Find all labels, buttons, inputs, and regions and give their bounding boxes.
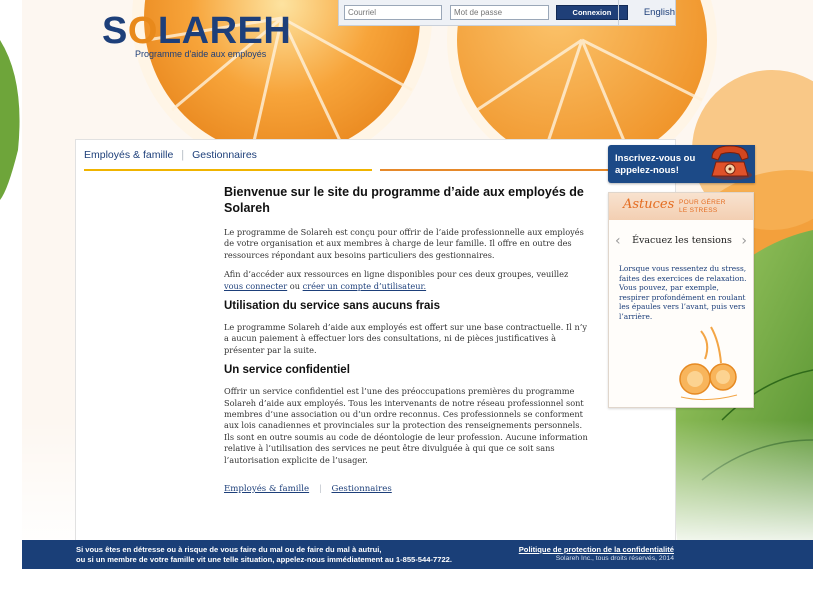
login-bar: Connexion English (338, 0, 676, 26)
nav-managers[interactable]: Gestionnaires (192, 149, 257, 161)
footer-message-line1: Si vous êtes en détresse ou à risque de … (76, 545, 382, 554)
page: SOLAREH Programme d'aide aux employés Co… (0, 0, 836, 594)
tips-subtitle: POUR GÉRER LE STRESS (679, 199, 726, 215)
tips-script-title: Astuces (623, 197, 675, 212)
logo-letter-o: O (127, 10, 158, 52)
nav-separator: | (181, 149, 185, 161)
section-confidential-text: Offrir un service confidentiel est l’une… (224, 386, 588, 465)
orange-splash-icon (679, 326, 738, 401)
tips-subtitle-line1: POUR GÉRER (679, 199, 726, 206)
tips-next-arrow-icon[interactable]: › (741, 233, 747, 249)
tips-subtitle-line2: LE STRESS (679, 207, 718, 214)
nav-underline (84, 169, 372, 171)
leaf-decoration (0, 40, 20, 200)
page-title: Bienvenue sur le site du programme d’aid… (224, 185, 584, 215)
logo-letters: LAREH (157, 10, 292, 52)
stress-tips-widget: Astuces POUR GÉRER LE STRESS ‹ Évacuez l… (608, 192, 754, 408)
login-link[interactable]: vous connecter (224, 281, 287, 291)
main-panel: Employés & famille | Gestionnaires Bienv… (75, 139, 676, 540)
or-text: ou (287, 280, 303, 291)
access-text: Afin d’accéder aux ressources en ligne d… (224, 269, 569, 280)
language-switch-link[interactable]: English (644, 7, 675, 18)
phone-icon (711, 145, 752, 180)
logo-wordmark: SOLAREH (102, 12, 291, 50)
email-field[interactable] (344, 5, 442, 20)
footer-message-line2: ou si un membre de votre famille vit une… (76, 554, 453, 564)
section-confidential-title: Un service confidentiel (224, 364, 350, 377)
footer: Si vous êtes en détresse ou à risque de … (22, 540, 813, 569)
privacy-policy-link[interactable]: Politique de protection de la confidenti… (519, 545, 674, 554)
bottom-link-managers[interactable]: Gestionnaires (331, 484, 391, 494)
access-paragraph: Afin d’accéder aux ressources en ligne d… (224, 269, 594, 292)
main-nav: Employés & famille | Gestionnaires (84, 149, 257, 161)
logo[interactable]: SOLAREH Programme d'aide aux employés (102, 12, 291, 59)
logo-letter: S (102, 10, 128, 52)
register-link[interactable]: créer un compte d’utilisateur. (303, 281, 426, 291)
bottom-links: Employés & famille | Gestionnaires (224, 484, 594, 494)
intro-paragraph: Le programme de Solareh est conçu pour o… (224, 227, 584, 260)
welcome-content: Bienvenue sur le site du programme d’aid… (224, 184, 594, 494)
tip-title: Évacuez les tensions (632, 235, 732, 246)
password-field[interactable] (450, 5, 549, 20)
login-divider (618, 0, 619, 25)
copyright: Solareh Inc., tous droits réservés, 2014 (555, 555, 674, 562)
signup-banner[interactable]: Inscrivez-vous ou appelez-nous! (608, 145, 755, 183)
tip-text: Lorsque vous ressentez du stress, faites… (619, 264, 747, 321)
tips-header: Astuces POUR GÉRER LE STRESS (609, 193, 753, 220)
nav-employees-family[interactable]: Employés & famille (84, 149, 173, 161)
section-free-title: Utilisation du service sans aucuns frais (224, 300, 441, 313)
footer-crisis-message: Si vous êtes en détresse ou à risque de … (76, 545, 452, 564)
section-free-text: Le programme Solareh d’aide aux employés… (224, 322, 587, 355)
bottom-link-employees-family[interactable]: Employés & famille (224, 484, 309, 494)
bottom-link-separator: | (318, 484, 322, 495)
signup-label: Inscrivez-vous ou appelez-nous! (615, 153, 696, 176)
